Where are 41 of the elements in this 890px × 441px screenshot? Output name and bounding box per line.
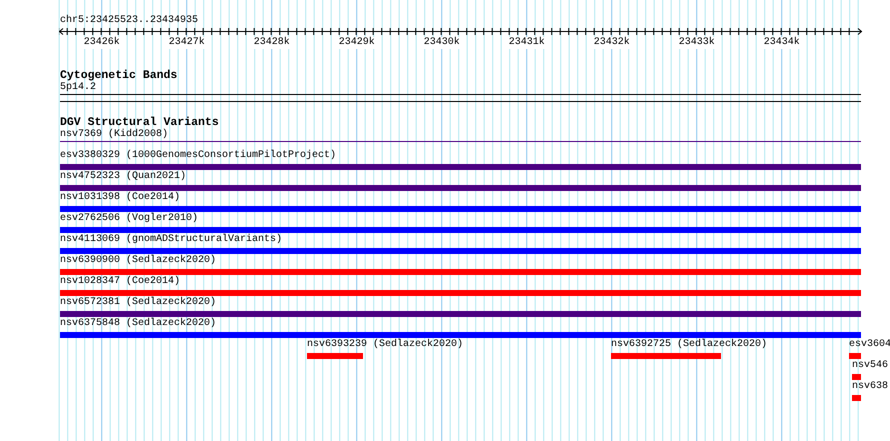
tick-label: 23432k (594, 37, 630, 49)
track-title: DGV Structural Variants (60, 116, 219, 129)
feature-bar[interactable] (611, 353, 721, 359)
feature-bar[interactable] (307, 353, 363, 359)
tick-label: 23426k (84, 37, 120, 49)
tick-label: 23427k (168, 37, 205, 49)
feature-label[interactable]: nsv546 (852, 360, 888, 372)
feature-label[interactable]: nsv6572381 (Sedlazeck2020) (60, 297, 216, 309)
band-label: 5p14.2 (60, 82, 96, 94)
feature-bar[interactable] (60, 227, 861, 233)
feature-label[interactable]: esv2762506 (Vogler2010) (60, 213, 198, 225)
feature-bar[interactable] (852, 374, 861, 380)
feature-label[interactable]: nsv6375848 (Sedlazeck2020) (60, 318, 216, 330)
feature-label[interactable]: nsv6393239 (Sedlazeck2020) (307, 339, 464, 351)
feature-label[interactable]: nsv6392725 (Sedlazeck2020) (611, 339, 768, 351)
tick-label: 23433k (678, 37, 715, 49)
location-label: chr5:23425523..23434935 (60, 15, 198, 27)
feature-bar[interactable] (60, 164, 861, 170)
tick-label: 23431k (508, 37, 545, 49)
feature-bar[interactable] (852, 395, 861, 401)
feature-bar[interactable] (60, 206, 861, 212)
feature-label[interactable]: nsv7369 (Kidd2008) (60, 129, 168, 141)
feature-label[interactable]: nsv1028347 (Coe2014) (60, 276, 180, 288)
tick-label: 23430k (424, 37, 460, 49)
feature-bar[interactable] (849, 353, 861, 359)
feature-bar[interactable] (60, 185, 861, 191)
tick-label: 23428k (254, 37, 290, 49)
feature-label[interactable]: nsv1031398 (Coe2014) (60, 192, 180, 204)
feature-bar[interactable] (60, 332, 861, 338)
feature-bar[interactable] (60, 290, 861, 296)
feature-label[interactable]: nsv638 (852, 381, 888, 393)
tick-label: 23429k (338, 37, 375, 49)
feature-label[interactable]: esv3380329 (1000GenomesConsortiumPilotProject) (60, 150, 336, 162)
feature-bar[interactable] (60, 311, 861, 317)
feature-label[interactable]: nsv4752323 (Quan2021) (60, 171, 186, 183)
tick-label: 23434k (764, 37, 800, 49)
feature-bar[interactable] (60, 248, 861, 254)
feature-bar[interactable] (60, 269, 861, 275)
track-title: Cytogenetic Bands (60, 69, 178, 82)
feature-label[interactable]: nsv6390900 (Sedlazeck2020) (60, 255, 216, 267)
feature-label[interactable]: nsv4113069 (gnomADStructuralVariants) (60, 234, 282, 246)
